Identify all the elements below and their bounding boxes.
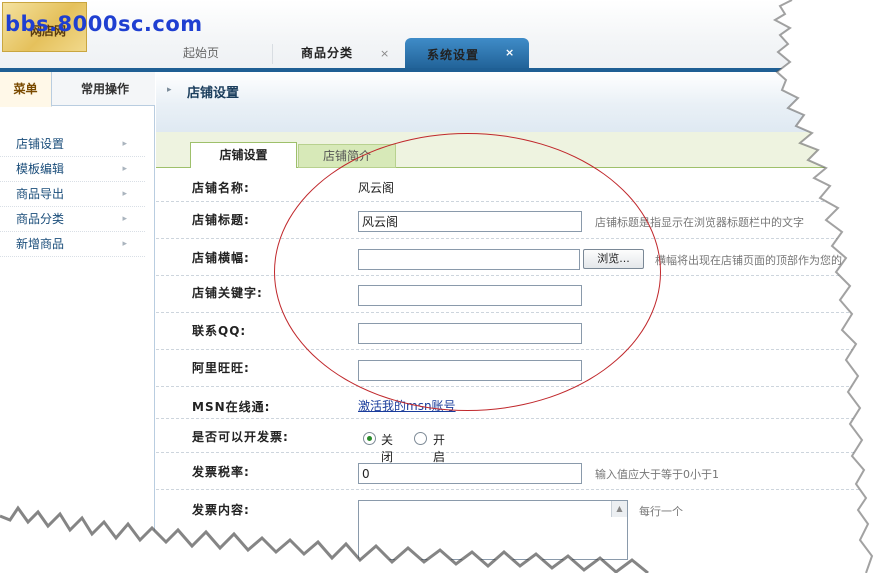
field-label: 阿里旺旺:	[192, 361, 250, 375]
page-title: 店铺设置	[187, 86, 240, 101]
field-label: 是否可以开发票:	[192, 430, 289, 444]
field-label: 发票税率:	[192, 465, 250, 479]
sidebar-tabs: 菜单 常用操作	[0, 72, 155, 107]
arrow-right-icon: ▸	[167, 85, 172, 95]
field-label: 联系QQ:	[192, 324, 247, 338]
form-row-shop-title: 店铺标题: 店铺标题是指显示在浏览器标题栏中的文字	[156, 202, 874, 239]
banner-file-input[interactable]	[358, 249, 580, 270]
qq-input[interactable]	[358, 323, 582, 344]
top-header: 网店网 bbs.8000sc.com 起始页 商品分类 × 系统设置 ×	[0, 0, 874, 71]
sidebar-item-shop-settings[interactable]: 店铺设置 ▸	[0, 132, 145, 157]
form-row-tax-rate: 发票税率: 输入值应大于等于0小于1	[156, 453, 874, 490]
tab-label: 系统设置	[427, 48, 480, 62]
invoice-off-radio[interactable]	[363, 432, 376, 445]
tab-start-page[interactable]: 起始页	[183, 38, 219, 69]
invoice-content-textarea[interactable]: ▲	[358, 500, 628, 560]
sidebar-item-label: 商品分类	[16, 212, 65, 226]
field-label: 店铺标题:	[192, 213, 250, 227]
settings-tabs: 店铺设置 店铺简介	[156, 132, 874, 169]
invoice-content-hint: 每行一个	[639, 505, 683, 518]
tab-label: 起始页	[183, 46, 220, 60]
sidebar-item-label: 模板编辑	[16, 162, 65, 176]
field-label: 发票内容:	[192, 503, 250, 517]
content-header: ▸ 店铺设置	[156, 72, 874, 132]
tab-label: 商品分类	[301, 46, 354, 60]
tax-rate-input[interactable]	[358, 463, 582, 484]
sidebar-item-product-export[interactable]: 商品导出 ▸	[0, 182, 145, 207]
form-row-wangwang: 阿里旺旺:	[156, 350, 874, 387]
banner-hint: 横幅将出现在店铺页面的顶部作为您的	[655, 254, 842, 267]
sidebar-item-product-category[interactable]: 商品分类 ▸	[0, 207, 145, 232]
sidebar-tab-common-ops[interactable]: 常用操作	[60, 72, 150, 106]
keywords-input[interactable]	[358, 285, 582, 306]
form-row-msn: MSN在线通: 激活我的msn账号	[156, 387, 874, 419]
tab-shop-intro[interactable]: 店铺简介	[298, 144, 396, 168]
shop-title-input[interactable]	[358, 211, 582, 232]
sidebar-tab-menu[interactable]: 菜单	[0, 72, 52, 107]
chevron-right-icon: ▸	[122, 164, 127, 174]
tax-rate-hint: 输入值应大于等于0小于1	[595, 468, 719, 481]
invoice-on-radio[interactable]	[414, 432, 427, 445]
chevron-right-icon: ▸	[122, 189, 127, 199]
tab-product-category[interactable]: 商品分类 ×	[280, 38, 400, 69]
wangwang-input[interactable]	[358, 360, 582, 381]
sidebar-item-label: 店铺设置	[16, 137, 65, 151]
sidebar-item-label: 新增商品	[16, 237, 65, 251]
field-label: 店铺名称:	[192, 181, 250, 195]
chevron-right-icon: ▸	[122, 139, 127, 149]
form-row-keywords: 店铺关键字:	[156, 276, 874, 313]
activate-msn-link[interactable]: 激活我的msn账号	[358, 397, 456, 414]
browse-button[interactable]: 浏览...	[583, 249, 644, 269]
tab-system-settings[interactable]: 系统设置 ×	[405, 38, 529, 71]
sidebar: 菜单 常用操作 店铺设置 ▸ 模板编辑 ▸ 商品导出 ▸ 商品分类 ▸ 新增商品	[0, 72, 155, 573]
watermark-text: bbs.8000sc.com	[5, 12, 203, 36]
close-icon[interactable]: ×	[380, 38, 389, 69]
close-icon[interactable]: ×	[505, 46, 514, 59]
field-label: 店铺关键字:	[192, 286, 263, 300]
chevron-right-icon: ▸	[122, 214, 127, 224]
sidebar-menu: 店铺设置 ▸ 模板编辑 ▸ 商品导出 ▸ 商品分类 ▸ 新增商品 ▸	[0, 132, 145, 257]
chevron-right-icon: ▸	[122, 239, 127, 249]
scroll-up-icon[interactable]: ▲	[611, 501, 627, 517]
form-row-invoice-content: 发票内容: ▲ 每行一个	[156, 490, 874, 573]
field-label: MSN在线通:	[192, 400, 271, 414]
tab-divider	[272, 44, 273, 64]
sidebar-item-add-product[interactable]: 新增商品 ▸	[0, 232, 145, 257]
field-label: 店铺横幅:	[192, 251, 250, 265]
form-row-invoice: 是否可以开发票: 关闭 开启	[156, 419, 874, 464]
form-row-qq: 联系QQ:	[156, 313, 874, 350]
tab-shop-settings[interactable]: 店铺设置	[190, 142, 297, 169]
sidebar-item-label: 商品导出	[16, 187, 65, 201]
screenshot-frame: 网店网 bbs.8000sc.com 起始页 商品分类 × 系统设置 × 菜单 …	[0, 0, 874, 573]
sidebar-item-template-edit[interactable]: 模板编辑 ▸	[0, 157, 145, 182]
shop-title-hint: 店铺标题是指显示在浏览器标题栏中的文字	[595, 216, 804, 229]
form-row-banner: 店铺横幅: 浏览... 横幅将出现在店铺页面的顶部作为您的	[156, 239, 874, 276]
shop-name-value: 风云阁	[358, 181, 395, 195]
form-row-shop-name: 店铺名称: 风云阁	[156, 168, 874, 202]
settings-form: 店铺名称: 风云阁 店铺标题: 店铺标题是指显示在浏览器标题栏中的文字 店铺横幅…	[156, 168, 874, 573]
